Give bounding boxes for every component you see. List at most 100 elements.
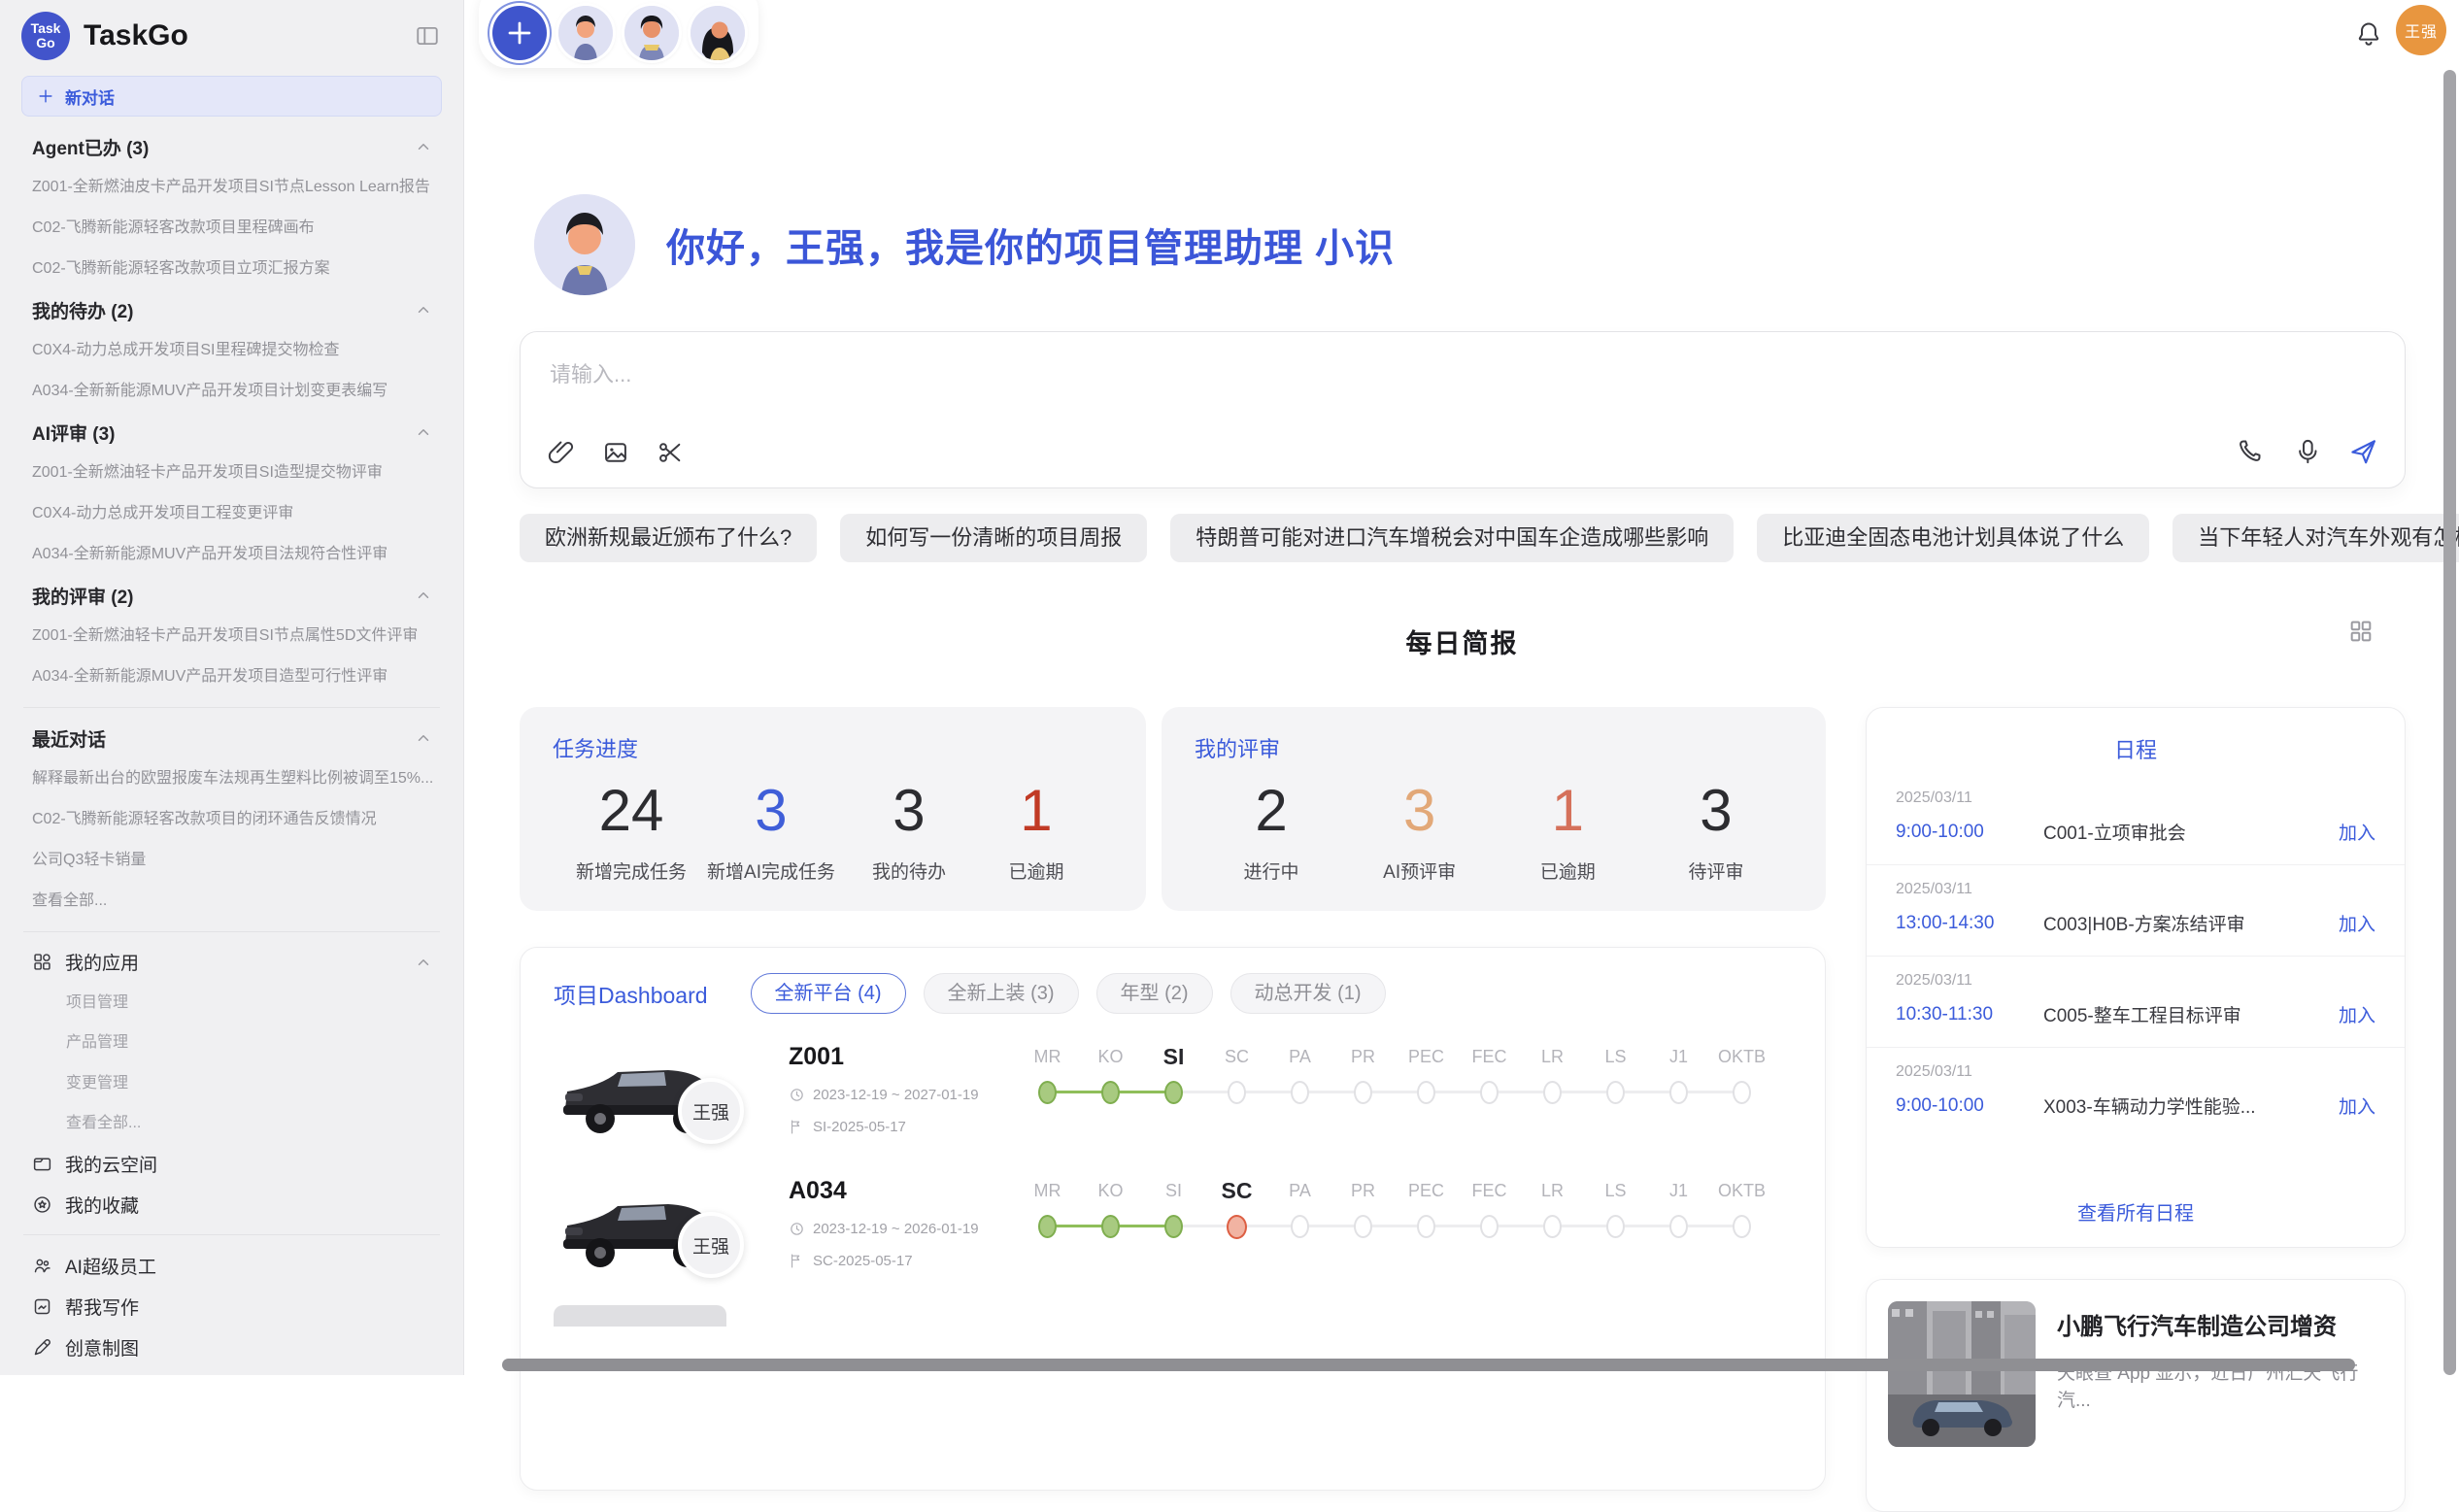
schedule-event-title: C003|H0B-方案冻结评审 bbox=[2043, 910, 2339, 936]
milestone-dot-mr bbox=[1016, 1076, 1079, 1109]
scissors-icon[interactable] bbox=[657, 439, 684, 466]
milestone-label-sc: SC bbox=[1205, 1041, 1268, 1072]
sidebar-section-header-3[interactable]: 我的评审 (2) bbox=[21, 575, 442, 616]
flag-icon bbox=[789, 1119, 805, 1135]
project-owner-badge: 王强 bbox=[678, 1078, 744, 1144]
milestone-labels: MRKOSISCPAPRPECFECLRLSJ1OKTB bbox=[1016, 1041, 1773, 1072]
suggestion-chip-4[interactable]: 当下年轻人对汽车外观有怎样的喜好趋势 bbox=[2173, 514, 2459, 562]
project-image-a034: 王强 bbox=[554, 1175, 726, 1284]
schedule-item-1: 2025/03/11 13:00-14:30C003|H0B-方案冻结评审加入 bbox=[1867, 865, 2405, 957]
sidebar-item[interactable]: Z001-全新燃油轻卡产品开发项目SI造型提交物评审 bbox=[21, 453, 442, 493]
sidebar-item-favorites[interactable]: 我的收藏 bbox=[21, 1184, 442, 1225]
project-dashboard-card: 项目Dashboard 全新平台 (4)全新上装 (3)年型 (2)动总开发 (… bbox=[520, 947, 1826, 1491]
sidebar-section-header-2[interactable]: AI评审 (3) bbox=[21, 412, 442, 453]
dashboard-tab-2[interactable]: 年型 (2) bbox=[1096, 973, 1213, 1014]
milestone-label-fec: FEC bbox=[1458, 1175, 1521, 1206]
agent-avatar-3[interactable] bbox=[691, 6, 745, 60]
plus-icon bbox=[505, 18, 534, 48]
dot bbox=[1733, 1215, 1751, 1238]
vertical-scrollbar[interactable] bbox=[2443, 70, 2456, 1375]
layout-grid-icon[interactable] bbox=[2347, 618, 2375, 645]
milestone-label-ls: LS bbox=[1584, 1041, 1647, 1072]
agent-avatar-1[interactable] bbox=[558, 6, 613, 60]
send-icon[interactable] bbox=[2348, 437, 2377, 466]
sidebar-item[interactable]: C02-飞腾新能源轻客改款项目立项汇报方案 bbox=[21, 249, 442, 289]
join-link[interactable]: 加入 bbox=[2339, 819, 2375, 845]
new-chat-button[interactable]: 新对话 bbox=[21, 76, 442, 117]
schedule-date: 2025/03/11 bbox=[1896, 881, 2375, 898]
clock-icon bbox=[789, 1087, 805, 1103]
next-project-row-partial bbox=[554, 1305, 726, 1327]
milestone-dot-ls bbox=[1584, 1210, 1647, 1243]
my-review-stats: 2进行中3AI预评审1已逾期3待评审 bbox=[1195, 777, 1793, 884]
milestone-label-pr: PR bbox=[1331, 1175, 1395, 1206]
sidebar-item[interactable]: A034-全新新能源MUV产品开发项目法规符合性评审 bbox=[21, 534, 442, 575]
news-body: 小鹏飞行汽车制造公司增资 天眼查 App 显示，近日广州汇天飞行汽... bbox=[2057, 1301, 2383, 1490]
sidebar-subitem-project-mgmt[interactable]: 项目管理 bbox=[21, 983, 442, 1024]
project-row-a034[interactable]: 王强 A034 2023-12-19 ~ 2026-01-19 SC-2025-… bbox=[521, 1156, 1825, 1290]
join-link[interactable]: 加入 bbox=[2339, 1092, 2375, 1119]
attachment-icon[interactable] bbox=[548, 439, 575, 466]
user-avatar[interactable]: 王强 bbox=[2396, 5, 2446, 55]
suggestion-chip-0[interactable]: 欧洲新规最近颁布了什么? bbox=[520, 514, 817, 562]
milestone-label-pa: PA bbox=[1268, 1041, 1331, 1072]
suggestion-chip-1[interactable]: 如何写一份清晰的项目周报 bbox=[840, 514, 1147, 562]
phone-icon[interactable] bbox=[2236, 438, 2263, 465]
horizontal-scrollbar[interactable] bbox=[502, 1359, 2355, 1371]
sidebar-subitem-change-mgmt[interactable]: 变更管理 bbox=[21, 1063, 442, 1104]
sidebar-item[interactable]: 公司Q3轻卡销量 bbox=[21, 840, 442, 881]
logo-text-bottom: Go bbox=[36, 36, 54, 50]
sidebar-item-cloud-space[interactable]: 我的云空间 bbox=[21, 1144, 442, 1185]
schedule-date: 2025/03/11 bbox=[1896, 972, 2375, 990]
dashboard-tab-0[interactable]: 全新平台 (4) bbox=[751, 973, 906, 1014]
notification-bell-icon[interactable] bbox=[2355, 20, 2382, 48]
sidebar-item-ai-super-staff[interactable]: AI超级员工 bbox=[21, 1245, 442, 1286]
view-all-schedule-link[interactable]: 查看所有日程 bbox=[1867, 1197, 2405, 1226]
dot bbox=[1417, 1081, 1435, 1104]
sidebar-section-header-4[interactable]: 最近对话 bbox=[21, 718, 442, 758]
chat-composer[interactable]: 请输入... bbox=[520, 331, 2406, 488]
dot bbox=[1101, 1081, 1120, 1104]
dashboard-tab-1[interactable]: 全新上装 (3) bbox=[924, 973, 1079, 1014]
milestone-dot-j1 bbox=[1647, 1076, 1710, 1109]
section-title: 我的待办 (2) bbox=[32, 297, 134, 323]
sidebar-item[interactable]: C0X4-动力总成开发项目工程变更评审 bbox=[21, 493, 442, 534]
sidebar-section-header-1[interactable]: 我的待办 (2) bbox=[21, 289, 442, 330]
sidebar-item[interactable]: Z001-全新燃油轻卡产品开发项目SI节点属性5D文件评审 bbox=[21, 616, 442, 656]
sidebar-item-my-apps[interactable]: 我的应用 bbox=[21, 942, 442, 983]
microphone-icon[interactable] bbox=[2292, 438, 2319, 465]
schedule-row: 13:00-14:30C003|H0B-方案冻结评审加入 bbox=[1896, 910, 2375, 936]
sidebar-item[interactable]: C02-飞腾新能源轻客改款项目里程碑画布 bbox=[21, 208, 442, 249]
add-agent-button[interactable] bbox=[492, 6, 547, 60]
project-date-range: 2023-12-19 ~ 2026-01-19 bbox=[813, 1221, 979, 1237]
project-image-z001: 王强 bbox=[554, 1041, 726, 1150]
join-link[interactable]: 加入 bbox=[2339, 1001, 2375, 1027]
dashboard-tab-3[interactable]: 动总开发 (1) bbox=[1230, 973, 1386, 1014]
schedule-item-0: 2025/03/119:00-10:00C001-立项审批会加入 bbox=[1867, 774, 2405, 865]
suggestion-chip-3[interactable]: 比亚迪全固态电池计划具体说了什么 bbox=[1757, 514, 2149, 562]
sidebar-item[interactable]: Z001-全新燃油皮卡产品开发项目SI节点Lesson Learn报告 bbox=[21, 167, 442, 208]
sidebar-item-help-me-write[interactable]: 帮我写作 bbox=[21, 1286, 442, 1327]
section-title: 最近对话 bbox=[32, 725, 106, 752]
sidebar-subitem-view-all-apps[interactable]: 查看全部... bbox=[21, 1103, 442, 1144]
news-card[interactable]: 小鹏飞行汽车制造公司增资 天眼查 App 显示，近日广州汇天飞行汽... bbox=[1866, 1279, 2406, 1512]
join-link[interactable]: 加入 bbox=[2339, 910, 2375, 936]
my-review-card: 我的评审 2进行中3AI预评审1已逾期3待评审 bbox=[1162, 707, 1826, 911]
image-icon[interactable] bbox=[602, 439, 629, 466]
dot bbox=[1543, 1215, 1562, 1238]
sidebar-section-header-0[interactable]: Agent已办 (3) bbox=[21, 126, 442, 167]
agent-avatar-2[interactable] bbox=[624, 6, 679, 60]
sidebar-collapse-icon[interactable] bbox=[415, 23, 440, 49]
sidebar-item[interactable]: A034-全新新能源MUV产品开发项目计划变更表编写 bbox=[21, 371, 442, 412]
sidebar-item[interactable]: C02-飞腾新能源轻客改款项目的闭环通告反馈情况 bbox=[21, 799, 442, 840]
sidebar-item[interactable]: A034-全新新能源MUV产品开发项目造型可行性评审 bbox=[21, 656, 442, 697]
stat-进行中: 2进行中 bbox=[1218, 777, 1325, 884]
project-row-z001[interactable]: 王强 Z001 2023-12-19 ~ 2027-01-19 SI-2025-… bbox=[521, 1022, 1825, 1156]
suggestion-chip-2[interactable]: 特朗普可能对进口汽车增税会对中国车企造成哪些影响 bbox=[1170, 514, 1734, 562]
sidebar-item[interactable]: C0X4-动力总成开发项目SI里程碑提交物检查 bbox=[21, 330, 442, 371]
sidebar-item-creative-drawing[interactable]: 创意制图 bbox=[21, 1327, 442, 1367]
sidebar-item[interactable]: 解释最新出台的欧盟报废车法规再生塑料比例被调至15%... bbox=[21, 758, 442, 799]
sidebar-subitem-product-mgmt[interactable]: 产品管理 bbox=[21, 1023, 442, 1063]
sidebar-item[interactable]: 查看全部... bbox=[21, 881, 442, 922]
sidebar-groups: Agent已办 (3)Z001-全新燃油皮卡产品开发项目SI节点Lesson L… bbox=[21, 126, 442, 942]
